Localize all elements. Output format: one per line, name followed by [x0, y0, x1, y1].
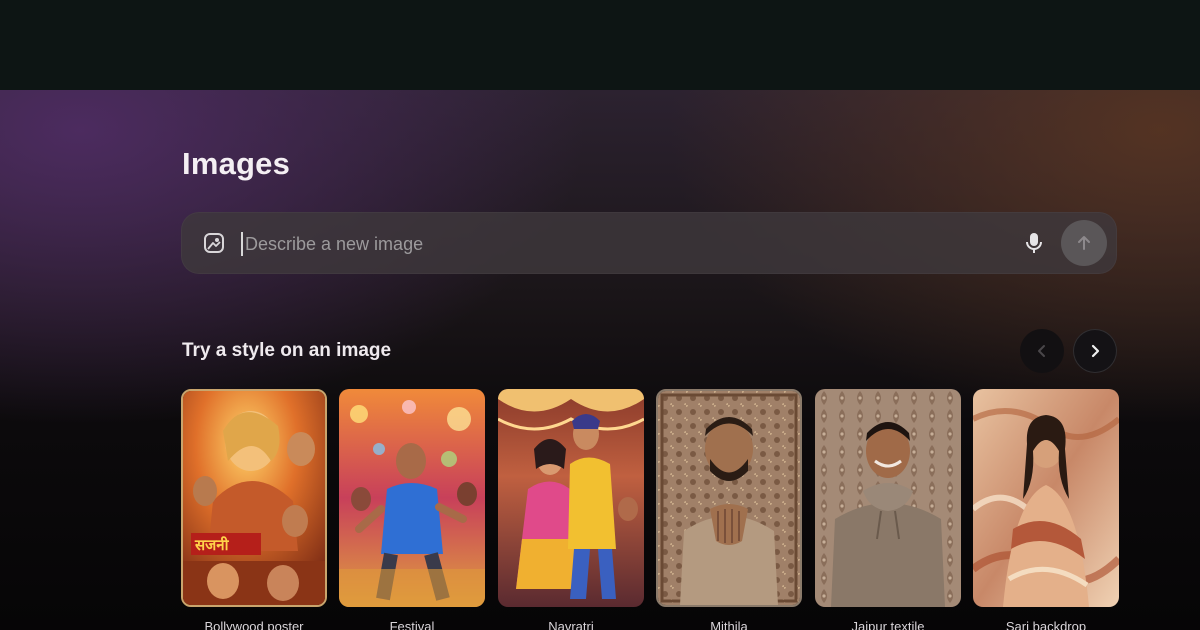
style-card[interactable]: सजनी — [181, 389, 327, 607]
images-page: Images Try a style on an image — [0, 90, 1200, 630]
send-button[interactable] — [1061, 220, 1107, 266]
svg-text:सजनी: सजनी — [194, 536, 230, 554]
style-card-label: Navratri — [548, 619, 594, 630]
style-thumbnail — [339, 389, 485, 607]
style-card[interactable] — [498, 389, 644, 607]
chevron-right-icon — [1091, 344, 1100, 358]
style-card[interactable] — [973, 389, 1119, 607]
style-card[interactable] — [815, 389, 961, 607]
style-card-label: Sari backdrop — [1005, 619, 1087, 630]
style-card-label: Bollywood poster — [204, 619, 304, 630]
style-carousel: सजनी Bollywood poster Festival Navratri … — [181, 389, 1119, 630]
image-prompt-bar — [181, 212, 1117, 274]
carousel-prev-button[interactable] — [1020, 329, 1064, 373]
chevron-left-icon — [1038, 345, 1045, 357]
top-bar — [0, 0, 1200, 90]
style-thumbnail — [815, 389, 961, 607]
style-card[interactable] — [339, 389, 485, 607]
styles-section-title: Try a style on an image — [182, 340, 392, 361]
style-thumbnail — [498, 389, 644, 607]
image-prompt-input[interactable] — [243, 227, 1007, 261]
image-icon[interactable] — [203, 232, 225, 254]
style-card[interactable] — [656, 389, 802, 607]
style-thumbnail — [973, 389, 1119, 607]
arrow-up-icon — [1078, 236, 1090, 250]
style-thumbnail: सजनी — [183, 391, 325, 605]
style-card-label: Mithila — [710, 619, 748, 630]
microphone-icon[interactable] — [1021, 230, 1047, 256]
page-title: Images — [182, 146, 291, 181]
style-thumbnail — [658, 391, 800, 605]
style-card-label: Festival — [389, 619, 435, 630]
style-card-label: Jaipur textile — [851, 619, 925, 630]
carousel-next-button[interactable] — [1073, 329, 1117, 373]
